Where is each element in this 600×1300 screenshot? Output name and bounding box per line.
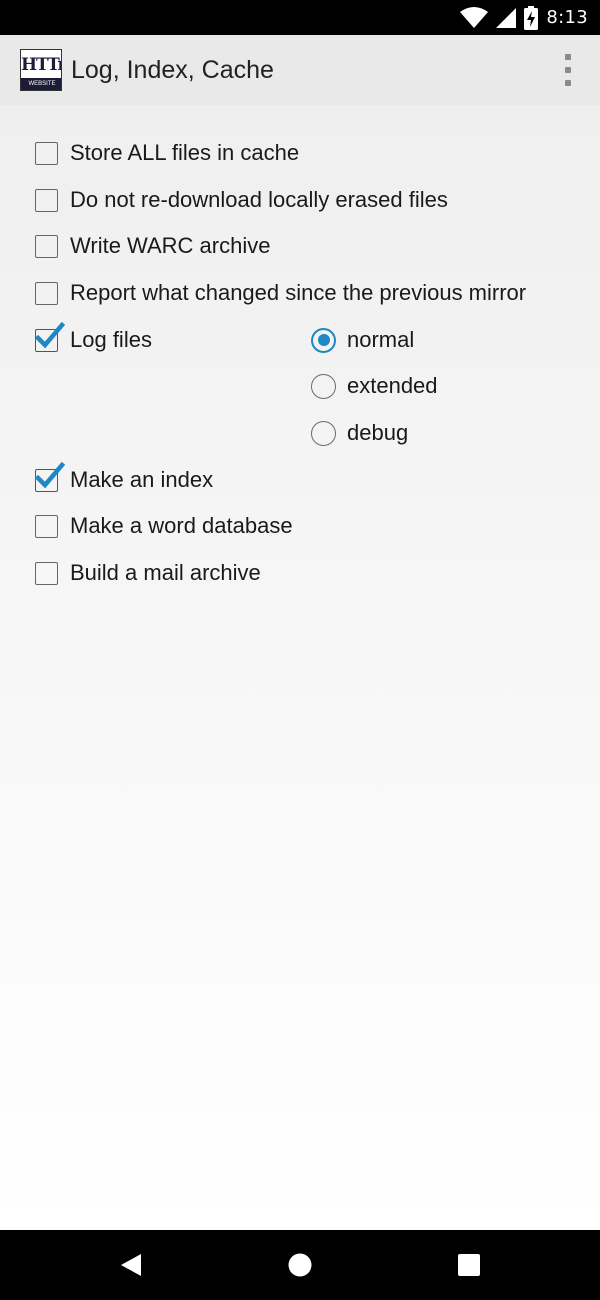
option-make-index[interactable]: Make an index [35,461,214,495]
option-word-database[interactable]: Make a word database [35,511,293,541]
make-index-checkbox[interactable] [35,461,65,492]
app-logo: HTTrack WEBSITE COPIER [20,49,62,91]
radio-label: extended [347,373,438,398]
option-store-all-files[interactable]: Store ALL files in cache [35,138,299,168]
word-database-checkbox[interactable] [35,514,58,538]
store-all-files-checkbox[interactable] [35,141,58,165]
option-label: Write WARC archive [70,233,271,258]
option-label: Do not re-download locally erased files [70,187,448,212]
settings-content: Store ALL files in cache Do not re-downl… [0,105,600,1230]
radio-log-debug[interactable]: debug [311,418,408,448]
option-mail-archive[interactable]: Build a mail archive [35,558,261,588]
status-bar: 8:13 [0,0,600,35]
radio-log-normal[interactable]: normal [311,325,414,355]
page-title: Log, Index, Cache [71,56,274,84]
check-icon [35,321,65,348]
option-report-changes[interactable]: Report what changed since the previous m… [35,278,526,308]
radio-log-extended[interactable]: extended [311,371,438,401]
no-redownload-checkbox[interactable] [35,188,58,212]
wifi-icon [460,6,489,29]
report-changes-checkbox[interactable] [35,281,58,305]
recents-square-icon[interactable] [429,1230,509,1300]
radio-label: normal [347,327,415,352]
app-bar: HTTrack WEBSITE COPIER Log, Index, Cache [0,35,600,105]
radio-button[interactable] [311,420,336,446]
home-circle-icon[interactable] [260,1230,340,1300]
option-label: Make an index [70,467,214,492]
cellular-signal-icon [496,7,517,28]
radio-button[interactable] [311,373,336,399]
option-label: Make a word database [70,513,293,538]
option-label: Store ALL files in cache [70,140,300,165]
option-write-warc[interactable]: Write WARC archive [35,231,270,261]
write-warc-checkbox[interactable] [35,234,58,258]
status-time: 8:13 [546,7,588,28]
option-label: Build a mail archive [70,560,261,585]
option-log-files[interactable]: Log files [35,321,152,355]
log-files-checkbox[interactable] [35,321,65,352]
option-label: Report what changed since the previous m… [70,280,527,305]
battery-charging-icon [524,5,539,30]
radio-button[interactable] [311,327,336,353]
mail-archive-checkbox[interactable] [35,561,58,585]
navigation-bar [0,1230,600,1300]
more-vert-icon[interactable] [564,54,572,86]
check-icon [35,461,65,488]
radio-label: debug [347,420,409,445]
option-label: Log files [70,327,152,352]
back-triangle-icon[interactable] [91,1230,171,1300]
option-no-redownload[interactable]: Do not re-download locally erased files [35,185,448,215]
